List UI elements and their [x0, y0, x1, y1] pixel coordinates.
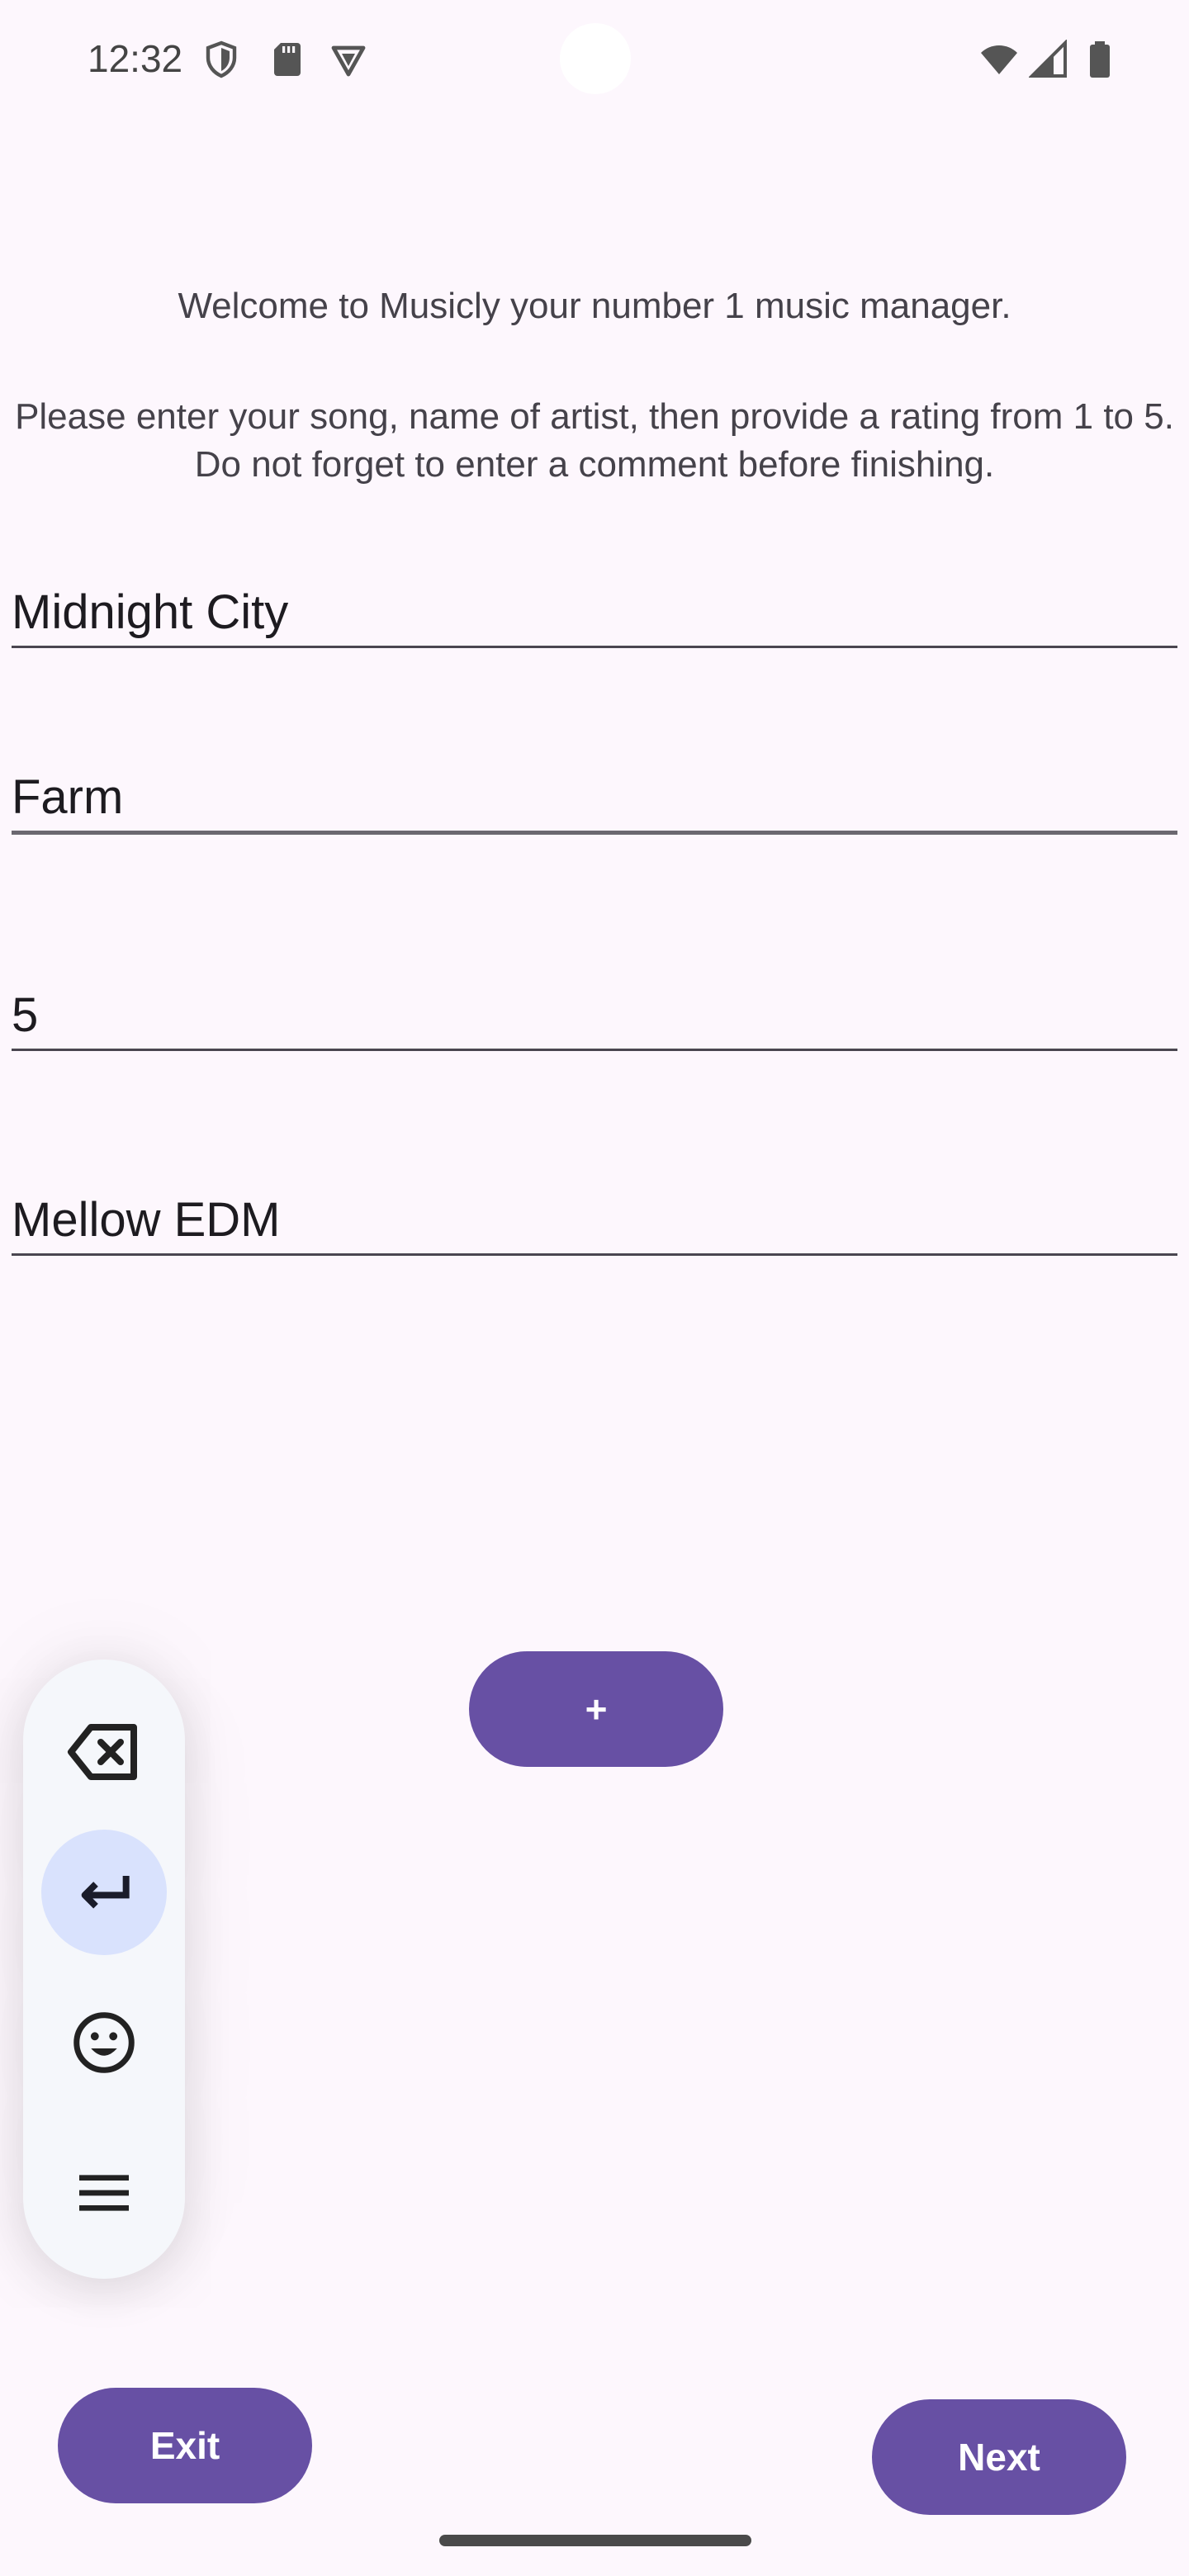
cell-signal-icon [1029, 40, 1067, 78]
exit-button[interactable]: Exit [58, 2388, 312, 2503]
instructions-text: Please enter your song, name of artist, … [15, 396, 1174, 485]
emoji-icon [73, 2012, 135, 2073]
comment-field[interactable] [12, 1186, 1177, 1256]
gesture-handle[interactable] [439, 2535, 751, 2546]
menu-icon [79, 2175, 129, 2211]
vpn-icon [331, 45, 366, 77]
artist-field[interactable] [12, 763, 1177, 835]
wifi-icon [981, 45, 1017, 74]
rating-field[interactable] [12, 981, 1177, 1051]
enter-icon [81, 1876, 130, 1909]
backspace-button[interactable] [41, 1689, 167, 1815]
emoji-button[interactable] [41, 1980, 167, 2105]
battery-icon [1090, 41, 1110, 78]
status-time: 12:32 [88, 37, 183, 80]
camera-cutout [560, 23, 631, 94]
enter-button[interactable] [41, 1830, 167, 1955]
next-button[interactable]: Next [872, 2399, 1126, 2515]
menu-button[interactable] [41, 2130, 167, 2256]
sd-card-icon [274, 43, 301, 76]
backspace-icon [68, 1724, 137, 1780]
shield-icon [206, 40, 237, 78]
add-button[interactable]: + [469, 1651, 723, 1767]
welcome-text: Welcome to Musicly your number 1 music m… [178, 286, 1011, 326]
song-field[interactable] [12, 578, 1177, 648]
keyboard-toolbar [23, 1660, 185, 2279]
app-screen: 12:32 Welcome to Musicly your number 1 m… [0, 0, 1189, 2576]
status-bar: 12:32 [0, 0, 1189, 116]
